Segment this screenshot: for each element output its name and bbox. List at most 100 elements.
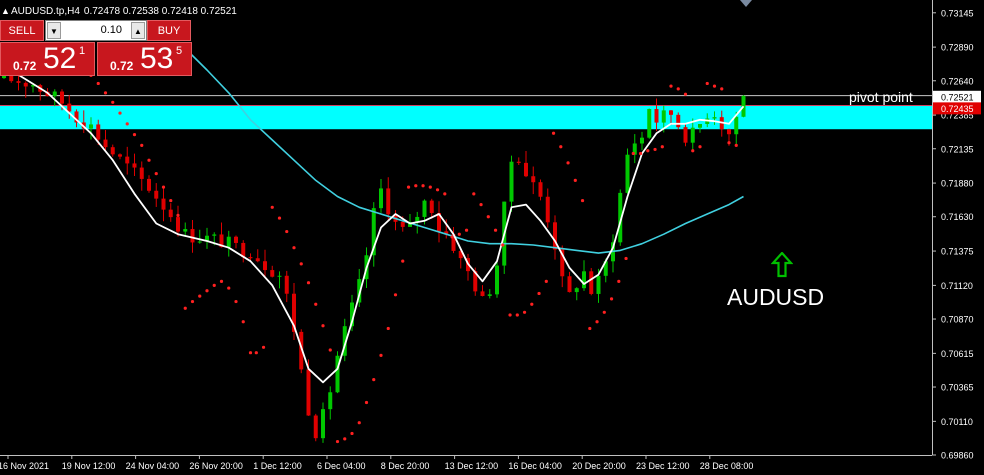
candle-body: [698, 124, 702, 128]
sar-dot: [386, 326, 390, 331]
sar-dot: [421, 184, 425, 188]
sar-dot: [335, 439, 340, 444]
sar-dot: [379, 353, 383, 357]
time-tick-label: 16 Nov 2021: [0, 461, 49, 471]
current-price-tag: 0.72521: [941, 92, 974, 102]
candle-body: [277, 275, 282, 277]
sar-dot: [183, 306, 187, 310]
sar-dot: [566, 161, 570, 165]
candle-body: [487, 294, 492, 296]
candle-body: [379, 188, 383, 209]
ohlc-values: 0.72478 0.72538 0.72418 0.72521: [83, 6, 237, 17]
candle-body: [67, 103, 72, 112]
sar-dot: [515, 313, 519, 317]
price-tick-label: 0.72640: [941, 76, 974, 86]
sar-dot: [277, 216, 282, 220]
sar-dot: [691, 149, 695, 153]
sar-dot: [712, 84, 717, 88]
buy-price-prefix: 0.72: [110, 59, 134, 73]
buy-button[interactable]: BUY: [147, 20, 191, 41]
candle-body: [640, 137, 644, 144]
candle-body: [212, 234, 217, 236]
lot-size-field[interactable]: ▼ 0.10 ▲: [45, 20, 147, 41]
sell-price-button[interactable]: 0.72 52 1: [0, 42, 95, 76]
sar-dot: [125, 122, 129, 126]
sar-dot: [720, 87, 724, 91]
price-tick-label: 0.70615: [941, 349, 974, 359]
candle-body: [263, 261, 267, 271]
sell-price-fraction: 1: [79, 45, 86, 57]
lot-decrease-icon[interactable]: ▼: [47, 22, 61, 39]
candle-body: [647, 109, 652, 138]
sar-dot: [176, 213, 180, 217]
sar-dot: [161, 185, 166, 189]
one-click-trading-panel: SELL ▼ 0.10 ▲ BUY 0.72 52 1 0.72 53 5: [0, 20, 192, 76]
sar-dot: [705, 81, 709, 86]
candle-body: [226, 236, 231, 248]
candle-body: [480, 291, 485, 296]
time-tick-label: 8 Dec 20:00: [381, 461, 430, 471]
candle-body: [161, 198, 166, 210]
candle-body: [495, 265, 499, 295]
candle-body: [89, 124, 93, 129]
sar-dot: [314, 302, 318, 306]
sar-dot: [227, 286, 231, 290]
sar-dot: [428, 185, 432, 189]
sar-dot: [551, 131, 556, 135]
candle-body: [676, 114, 681, 128]
scroll-marker-icon: [740, 0, 752, 7]
sar-dot: [241, 320, 245, 324]
candle-body: [727, 129, 731, 135]
price-tick-label: 0.71630: [941, 212, 974, 222]
candle-body: [147, 178, 151, 191]
sell-button[interactable]: SELL: [0, 20, 44, 41]
sar-dot: [493, 228, 498, 232]
sar-dot: [285, 229, 289, 234]
dropdown-caret-icon[interactable]: ▲: [1, 4, 10, 18]
sar-dot: [372, 378, 376, 382]
sar-dot: [595, 320, 599, 324]
buy-price-button[interactable]: 0.72 53 5: [97, 42, 192, 76]
lot-increase-icon[interactable]: ▲: [131, 22, 145, 39]
sar-dot: [169, 198, 173, 203]
candle-body: [429, 200, 434, 214]
sar-dot: [212, 283, 216, 287]
sar-dot: [205, 289, 209, 293]
candle-body: [110, 147, 115, 155]
sar-dot: [350, 431, 354, 436]
time-tick-label: 16 Dec 04:00: [508, 461, 562, 471]
candle-body: [531, 176, 536, 183]
buy-price-pips: 53: [140, 42, 174, 75]
sar-dot: [414, 184, 418, 188]
sar-dot: [190, 299, 195, 304]
sar-dot: [118, 111, 122, 115]
candle-body: [545, 196, 550, 223]
candle-body: [270, 270, 275, 277]
sar-dot: [234, 299, 238, 304]
candle-body: [60, 91, 64, 104]
candle-body: [125, 156, 130, 164]
sar-dot: [522, 310, 527, 314]
candle-body: [589, 271, 594, 294]
candle-body: [139, 167, 144, 179]
candle-body: [23, 82, 28, 87]
sar-dot: [588, 326, 592, 331]
price-tick-label: 0.71880: [941, 179, 974, 189]
candle-body: [582, 271, 586, 289]
sar-dot: [140, 143, 144, 147]
sar-dot: [464, 228, 469, 232]
candle-body: [328, 392, 333, 410]
candle-body: [690, 127, 695, 143]
candle-body: [661, 110, 666, 123]
lot-size-value[interactable]: 0.10: [101, 21, 122, 40]
candle-body: [596, 275, 601, 294]
sar-dot: [646, 149, 650, 153]
sell-price-pips: 52: [43, 42, 77, 75]
sar-dot: [544, 279, 548, 283]
pivot-zone: [0, 105, 932, 130]
pivot-point-label: pivot point: [849, 89, 913, 105]
price-tick-label: 0.73145: [941, 8, 974, 18]
sar-dot: [292, 246, 296, 250]
sar-dot: [450, 235, 454, 239]
sar-dot: [617, 279, 621, 283]
